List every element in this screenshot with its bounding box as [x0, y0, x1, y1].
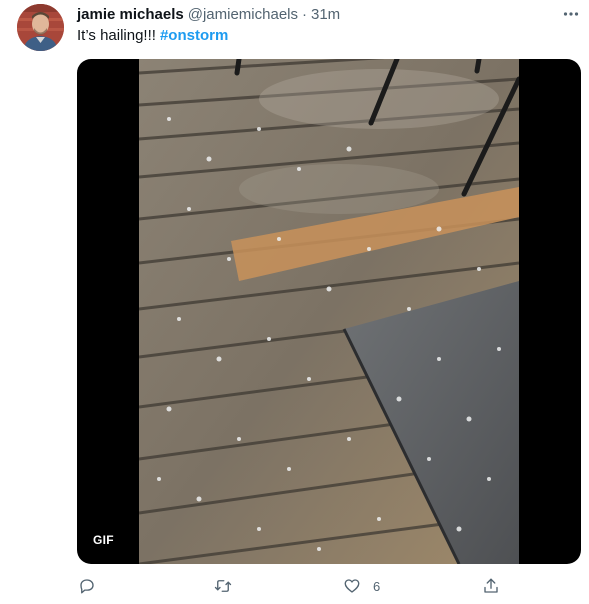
tweet-text: It’s hailing!!! #onstorm: [77, 26, 228, 46]
tweet-header: jamie michaels @jamiemichaels · 31m: [77, 4, 340, 24]
header-separator: ·: [302, 5, 307, 23]
hashtag-link[interactable]: #onstorm: [160, 27, 228, 44]
hail-on-deck-gif: [139, 59, 519, 564]
author-name[interactable]: jamie michaels: [77, 6, 184, 23]
share-icon: [484, 578, 498, 593]
gif-badge: GIF: [87, 529, 120, 551]
retweet-button[interactable]: [214, 574, 232, 598]
more-horizontal-icon: [563, 12, 579, 16]
tweet-timestamp[interactable]: 31m: [311, 6, 340, 23]
retweet-icon: [214, 580, 232, 592]
heart-icon: [344, 579, 360, 593]
reply-icon: [80, 579, 94, 594]
like-button[interactable]: 6: [343, 574, 380, 598]
tweet-card[interactable]: jamie michaels @jamiemichaels · 31m It’s…: [0, 0, 589, 604]
author-handle[interactable]: @jamiemichaels: [188, 6, 298, 23]
share-button[interactable]: [482, 574, 500, 598]
author-avatar[interactable]: [17, 4, 64, 51]
like-count: 6: [373, 578, 381, 594]
more-options-button[interactable]: [558, 4, 584, 24]
tweet-actions: 6: [77, 574, 581, 598]
reply-button[interactable]: [78, 574, 96, 598]
gif-media[interactable]: GIF: [77, 59, 581, 564]
tweet-body: It’s hailing!!!: [77, 27, 156, 44]
